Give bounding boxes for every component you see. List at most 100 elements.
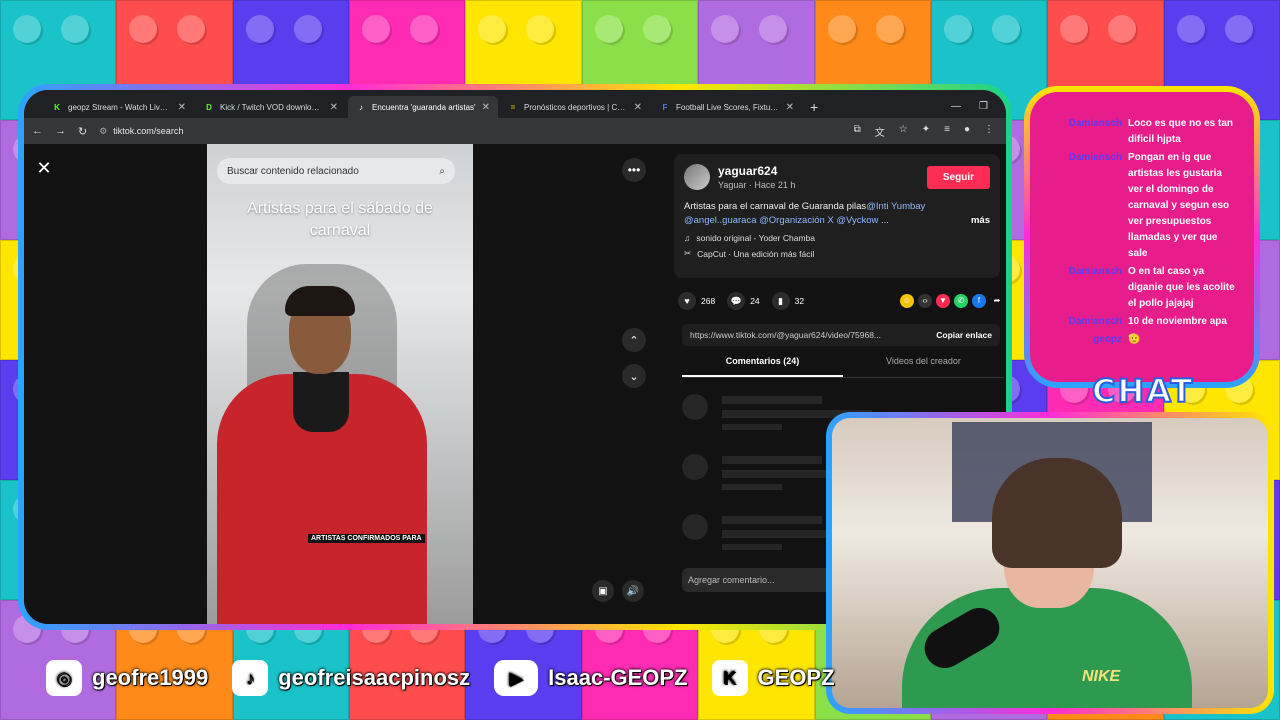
webcam-frame: NIKE xyxy=(826,412,1274,714)
url-field[interactable]: ⚙ tiktok.com/search xyxy=(99,126,841,137)
social-handle: geofre1999 xyxy=(92,665,209,690)
toolbar-icons: ⧉ 文 ☆ ✦ ≡ ● ⋮ xyxy=(854,124,998,139)
heart-icon: ♥ xyxy=(678,292,696,310)
forward-icon[interactable]: → xyxy=(55,125,66,137)
chat-text: 10 de noviembre apa xyxy=(1128,316,1227,327)
like-button[interactable]: ♥ 268 xyxy=(678,292,715,310)
new-tab-button[interactable]: + xyxy=(804,99,824,118)
d-icon: D xyxy=(206,102,212,112)
browser-tab-pronosticos[interactable]: = Pronósticos deportivos | Casin ✕ xyxy=(500,96,650,118)
dash-icon: = xyxy=(510,102,516,112)
close-tab-icon[interactable]: ✕ xyxy=(482,102,490,113)
social-youtube: ▶ Isaac-GEOPZ xyxy=(494,660,688,696)
pip-icon[interactable]: ▣ xyxy=(592,580,614,602)
extensions-icon[interactable]: ✦ xyxy=(922,124,930,139)
tab-title: Football Live Scores, Fixtures & xyxy=(676,102,780,112)
mention-link[interactable]: @Inti Yumbay xyxy=(866,201,925,212)
chat-message: Damiansch Pongan en ig que artistas les … xyxy=(1060,150,1238,262)
kick-icon: K xyxy=(711,660,748,696)
more-link[interactable]: más xyxy=(971,214,990,228)
comment-button[interactable]: 💬 24 xyxy=(727,292,760,310)
chat-text: 🫡 xyxy=(1128,334,1141,345)
back-icon[interactable]: ← xyxy=(32,125,43,137)
browser-tab-vod-downloader[interactable]: D Kick / Twitch VOD downloader ✕ xyxy=(196,96,346,118)
video-link[interactable]: https://www.tiktok.com/@yaguar624/video/… xyxy=(690,330,928,340)
previous-video-icon[interactable]: ⌃ xyxy=(622,328,646,352)
browser-tab-football[interactable]: F Football Live Scores, Fixtures & ✕ xyxy=(652,96,802,118)
chat-username: geopz xyxy=(1093,334,1122,345)
whatsapp-icon[interactable]: ✆ xyxy=(954,294,968,308)
bookmark-star-icon[interactable]: ☆ xyxy=(899,124,908,139)
embed-icon[interactable]: ‹› xyxy=(918,294,932,308)
search-placeholder: Buscar contenido relacionado xyxy=(227,165,359,177)
restore-icon[interactable]: ❐ xyxy=(979,101,988,112)
browser-tab-kick-stream[interactable]: K geopz Stream - Watch Live on ✕ xyxy=(44,96,194,118)
music-note-icon: ♫ xyxy=(684,233,691,243)
close-tab-icon[interactable]: ✕ xyxy=(786,102,794,113)
avatar[interactable] xyxy=(684,164,710,190)
profile-icon[interactable]: ● xyxy=(964,124,970,139)
sound-row[interactable]: ♫ sonido original - Yoder Chamba xyxy=(684,233,990,243)
save-button[interactable]: ▮ 32 xyxy=(771,292,805,310)
description-text: Artistas para el carnaval de Guaranda pi… xyxy=(684,201,867,212)
media-icon[interactable]: ≡ xyxy=(944,124,950,139)
author-name[interactable]: yaguar624 xyxy=(718,164,795,178)
more-options-icon[interactable]: ••• xyxy=(622,158,646,182)
volume-icon[interactable]: 🔊 xyxy=(622,580,644,602)
close-tab-icon[interactable]: ✕ xyxy=(178,102,186,113)
next-video-icon[interactable]: ⌄ xyxy=(622,364,646,388)
chat-username: Damiansch xyxy=(1068,152,1122,163)
webcam-feed: NIKE xyxy=(832,418,1268,708)
chat-text: Loco es que no es tan dificil hjpta xyxy=(1128,118,1234,145)
facebook-icon[interactable]: f xyxy=(972,294,986,308)
related-search-input[interactable]: Buscar contenido relacionado ⌕ xyxy=(217,158,455,184)
search-icon[interactable]: ⌕ xyxy=(439,166,445,177)
tab-title: Kick / Twitch VOD downloader xyxy=(220,102,324,112)
kick-icon: K xyxy=(54,102,60,112)
window-controls: — ❐ xyxy=(951,101,1006,118)
share-arrow-icon[interactable]: ➦ xyxy=(990,294,1004,308)
author-subtitle: Yaguar · Hace 21 h xyxy=(718,180,796,190)
address-bar: ← → ↻ ⚙ tiktok.com/search ⧉ 文 ☆ ✦ ≡ ● ⋮ xyxy=(24,118,1006,144)
video-player[interactable]: Buscar contenido relacionado ⌕ Artistas … xyxy=(207,144,473,624)
sidebar-tabs: Comentarios (24) Videos del creador xyxy=(682,356,1004,378)
install-icon[interactable]: ⧉ xyxy=(854,124,861,139)
site-info-icon[interactable]: ⚙ xyxy=(99,126,107,137)
bookmark-icon: ▮ xyxy=(771,292,790,310)
like-count: 268 xyxy=(701,296,716,306)
tab-creator-videos[interactable]: Videos del creador xyxy=(843,356,1004,377)
minimize-icon[interactable]: — xyxy=(951,101,961,112)
capcut-row[interactable]: ✂ CapCut · Una edición más fácil xyxy=(684,248,990,259)
chat-username: Damiansch xyxy=(1068,316,1122,327)
social-handles: ◎ geofre1999 ♪ geofreisaacpinosz ▶ Isaac… xyxy=(46,660,835,696)
close-icon[interactable]: ✕ xyxy=(32,156,56,180)
comment-count: 24 xyxy=(750,296,760,306)
follow-button[interactable]: Seguir xyxy=(926,165,990,189)
reload-icon[interactable]: ↻ xyxy=(78,125,87,138)
tab-comments[interactable]: Comentarios (24) xyxy=(682,356,843,377)
translate-icon[interactable]: 文 xyxy=(875,124,885,139)
social-tiktok: ♪ geofreisaacpinosz xyxy=(232,660,470,696)
mention-links[interactable]: @angel..guaraca @Organización X @Vyckow … xyxy=(684,214,889,228)
send-icon[interactable]: ▼ xyxy=(936,294,950,308)
comment-input[interactable]: Agregar comentario... xyxy=(682,568,842,592)
person-hair xyxy=(285,286,355,316)
emoji-share-icon[interactable]: ☺ xyxy=(900,294,914,308)
browser-tab-tiktok[interactable]: ♪ Encuentra 'guaranda artistas' ✕ xyxy=(348,96,498,118)
chat-panel: Damiansch Loco es que no es tan dificil … xyxy=(1030,92,1254,382)
copy-link-button[interactable]: Copiar enlace xyxy=(936,330,992,340)
chat-message: Damiansch 10 de noviembre apa xyxy=(1060,314,1238,330)
social-kick: K GEOPZ xyxy=(711,660,835,696)
tab-title: Pronósticos deportivos | Casin xyxy=(524,102,628,112)
save-count: 32 xyxy=(794,296,805,306)
person-collar xyxy=(293,372,349,432)
chat-text: O en tal caso ya diganie que les acolite… xyxy=(1128,266,1235,309)
youtube-icon: ▶ xyxy=(494,660,539,696)
menu-icon[interactable]: ⋮ xyxy=(984,124,994,139)
tiktok-icon: ♪ xyxy=(359,102,363,112)
chat-username: Damiansch xyxy=(1068,266,1122,277)
close-tab-icon[interactable]: ✕ xyxy=(634,102,642,113)
close-tab-icon[interactable]: ✕ xyxy=(330,102,338,113)
video-overlay-title: Artistas para el sábado de carnaval xyxy=(247,200,433,239)
chat-message: Damiansch O en tal caso ya diganie que l… xyxy=(1060,264,1238,312)
